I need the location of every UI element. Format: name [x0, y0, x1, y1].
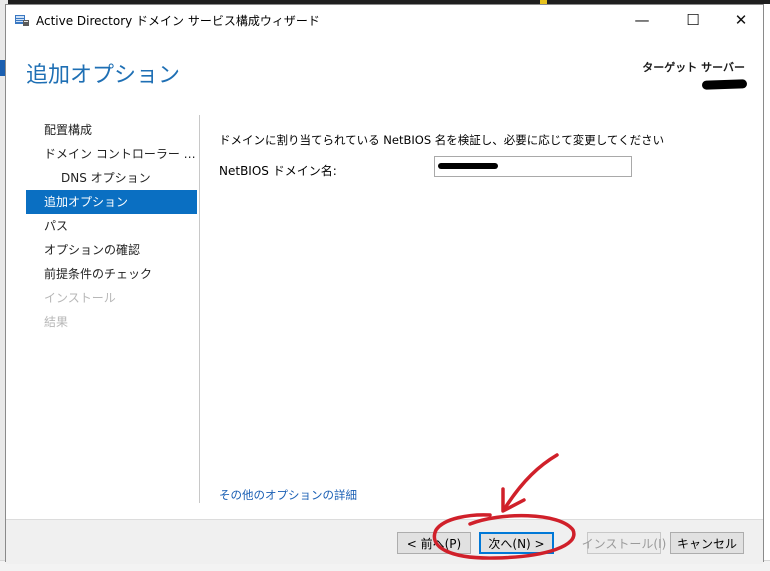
server-manager-icon: [15, 15, 29, 26]
netbios-description: ドメインに割り当てられている NetBIOS 名を検証し、必要に応じて変更してく…: [219, 133, 665, 147]
install-button: インストール(I): [582, 532, 666, 554]
nav-item-results: 結果: [26, 310, 197, 334]
nav-item-installation: インストール: [26, 286, 197, 310]
nav-divider: [199, 115, 200, 503]
nav-item-label: インストール: [44, 291, 116, 305]
more-options-link[interactable]: その他のオプションの詳細: [219, 487, 357, 503]
close-button[interactable]: ✕: [718, 5, 764, 35]
maximize-icon: ☐: [686, 11, 700, 29]
title-bar[interactable]: Active Directory ドメイン サービス構成ウィザード — ☐ ✕: [6, 5, 763, 35]
nav-item-label: 前提条件のチェック: [44, 267, 153, 281]
nav-item-label: 配置構成: [44, 123, 93, 137]
nav-item-label: オプションの確認: [44, 243, 141, 257]
target-server-label: ターゲット サーバー: [642, 61, 745, 74]
wizard-window: Active Directory ドメイン サービス構成ウィザード — ☐ ✕ …: [5, 4, 764, 564]
nav-item-dc-options[interactable]: ドメイン コントローラー オプション: [26, 142, 197, 166]
target-server-redacted: [701, 79, 748, 90]
nav-item-label: DNS オプション: [61, 171, 151, 185]
netbios-label: NetBIOS ドメイン名:: [219, 164, 337, 178]
maximize-button[interactable]: ☐: [670, 5, 716, 35]
nav-item-dns-options[interactable]: DNS オプション: [26, 166, 197, 190]
page-title: 追加オプション: [26, 63, 181, 88]
wizard-nav: 配置構成 ドメイン コントローラー オプション DNS オプション 追加オプショ…: [26, 118, 197, 334]
minimize-icon: —: [634, 11, 650, 29]
next-button[interactable]: 次へ(N) >: [479, 532, 554, 554]
netbios-name-redacted: [438, 163, 498, 169]
nav-item-label: ドメイン コントローラー オプション: [44, 147, 197, 161]
prev-button-label: < 前へ(P): [406, 536, 462, 551]
nav-item-additional-options[interactable]: 追加オプション: [26, 190, 197, 214]
netbios-name-input[interactable]: [434, 156, 632, 177]
install-button-label: インストール(I): [581, 536, 667, 551]
next-button-label: 次へ(N) >: [488, 536, 545, 551]
nav-item-label: 追加オプション: [44, 195, 129, 209]
prev-button[interactable]: < 前へ(P): [397, 532, 471, 554]
nav-item-label: 結果: [44, 315, 69, 329]
nav-item-review[interactable]: オプションの確認: [26, 238, 197, 262]
close-icon: ✕: [734, 11, 748, 29]
window-title: Active Directory ドメイン サービス構成ウィザード: [36, 14, 320, 28]
nav-item-prereq-check[interactable]: 前提条件のチェック: [26, 262, 197, 286]
minimize-button[interactable]: —: [619, 5, 665, 35]
wizard-footer: < 前へ(P) 次へ(N) > インストール(I) キャンセル: [6, 519, 763, 564]
nav-item-deployment[interactable]: 配置構成: [26, 118, 197, 142]
cancel-button-label: キャンセル: [676, 536, 737, 551]
cancel-button[interactable]: キャンセル: [670, 532, 744, 554]
nav-item-label: パス: [44, 219, 69, 233]
nav-item-paths[interactable]: パス: [26, 214, 197, 238]
